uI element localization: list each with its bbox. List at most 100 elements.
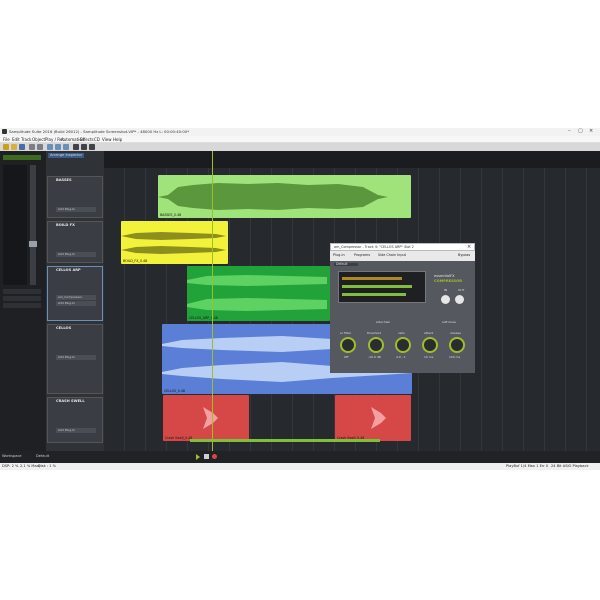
preset-select[interactable]: Default [334, 262, 358, 267]
knob-label: threshold [367, 331, 382, 335]
disk-load: Disk : 1 % [38, 464, 57, 468]
attack-knob[interactable] [422, 337, 438, 353]
title-bar: Samplitude Suite 2016 (Build 26012) - Sa… [0, 128, 600, 136]
product-name: COMPRESSOR [434, 279, 462, 283]
track-selector[interactable] [3, 155, 41, 160]
grid-line [481, 168, 482, 451]
maximize-icon[interactable]: ▢ [578, 129, 583, 134]
menu-object[interactable]: Object [32, 137, 45, 142]
track-name: CRASH SWELL [56, 399, 85, 403]
release-knob[interactable] [449, 337, 465, 353]
threshold-knob[interactable] [368, 337, 384, 353]
input-gain-knob[interactable] [441, 295, 450, 304]
compressor-plugin-window[interactable]: am_Compressor - Track 4: "CELLOS ARP" Sl… [330, 243, 475, 373]
clip-name: CELLOS_ARP_0.48 [189, 316, 218, 320]
inspector-meter-area [3, 165, 27, 285]
audio-clip-crash-swell-2[interactable]: Crash Swell_0.48 [335, 395, 411, 441]
waveform [187, 275, 327, 311]
inspector-section-aux[interactable] [3, 289, 41, 294]
audio-clip-basses[interactable]: BASSES_0.48 [158, 175, 411, 218]
inspector-fader-cap[interactable] [29, 241, 37, 247]
playbuffer-status: PlayBuf 1/4 Max 1 Err 0 [506, 464, 549, 468]
new-project-icon[interactable] [3, 144, 9, 150]
workspace-label: Workspace [2, 454, 22, 458]
menu-edit[interactable]: Edit [12, 137, 20, 142]
menu-file[interactable]: File [3, 137, 10, 142]
track-header-cellos[interactable]: CELLOS Add Plug-In [47, 324, 103, 394]
output-gain-knob[interactable] [455, 295, 464, 304]
open-project-icon[interactable] [11, 144, 17, 150]
plugin-title: am_Compressor - Track 4: "CELLOS ARP" Sl… [334, 245, 414, 249]
plugin-close-icon[interactable]: × [467, 245, 471, 250]
grid-line [124, 168, 125, 451]
grid-line [145, 168, 146, 451]
close-icon[interactable]: × [589, 129, 593, 134]
menu-cd[interactable]: CD [94, 137, 100, 142]
tab-arrange-inspector[interactable]: Arrange Inspector [48, 153, 85, 158]
menu-view[interactable]: View [102, 137, 112, 142]
metronome-icon[interactable] [89, 144, 95, 150]
play-icon[interactable] [196, 454, 200, 460]
save-project-icon[interactable] [19, 144, 25, 150]
status-bar: DSP: 2 % 2.1 % Max) Disk : 1 % PlayBuf 1… [0, 463, 600, 470]
menu-track[interactable]: Track [21, 137, 31, 142]
horizontal-scrollbar[interactable] [190, 439, 380, 442]
knob-value: -10.0 dB [368, 355, 381, 359]
menu-effects[interactable]: Effects [80, 137, 94, 142]
inspector-fader[interactable] [30, 165, 36, 285]
redo-icon[interactable] [37, 144, 43, 150]
menu-help[interactable]: Help [113, 137, 122, 142]
plugin-menu-sidechain[interactable]: Side Chain Input [378, 253, 406, 257]
minimize-icon[interactable]: – [568, 129, 571, 134]
audio-clip-crash-swell-1[interactable]: Crash Swell_0.48 [163, 395, 249, 441]
waveform [158, 183, 388, 210]
track-header-basses[interactable]: BASSES Add Plug-In [47, 176, 103, 218]
plugin-title-bar[interactable]: am_Compressor - Track 4: "CELLOS ARP" Sl… [330, 243, 475, 251]
playhead[interactable] [212, 151, 213, 451]
inspector-section-eq[interactable] [3, 296, 41, 301]
add-plugin-slot[interactable]: Add Plug-In [56, 301, 96, 306]
ratio-knob[interactable] [395, 337, 411, 353]
daw-window: Samplitude Suite 2016 (Build 26012) - Sa… [0, 128, 600, 470]
softknee-label: soft knee [442, 320, 456, 324]
window-title: Samplitude Suite 2016 (Build 26012) - Sa… [9, 129, 190, 134]
track-header-crash-swell[interactable]: CRASH SWELL Add Plug-In [47, 397, 103, 443]
plugin-menu-plugin[interactable]: Plug-in [333, 253, 345, 257]
time-ruler[interactable] [104, 151, 600, 168]
audio-clip-cellos-arp[interactable]: CELLOS_ARP_0.48 [187, 266, 330, 321]
undo-icon[interactable] [29, 144, 35, 150]
menu-bar: File Edit Track Object Play / Rec Automa… [0, 136, 600, 143]
mixer-icon[interactable] [73, 144, 79, 150]
audio-format: 24 Bit ASIO Playback [551, 464, 589, 468]
cut-icon[interactable] [47, 144, 53, 150]
clip-name: Crash Swell_0.48 [165, 436, 193, 440]
toolbar [0, 143, 600, 151]
track-header-cellos-arp[interactable]: CELLOS ARP am_Compressor Add Plug-In [47, 266, 103, 321]
knob-value: 100 ms [449, 355, 461, 359]
grid-line [502, 168, 503, 451]
knob-label: ratio [398, 331, 405, 335]
add-plugin-slot[interactable]: Add Plug-In [56, 207, 96, 212]
plugin-menu-programs[interactable]: Programs [354, 253, 370, 257]
add-plugin-slot[interactable]: Add Plug-In [56, 355, 96, 360]
record-icon[interactable] [212, 454, 217, 459]
app-icon [2, 129, 7, 134]
sc-filter-knob[interactable] [340, 337, 356, 353]
track-header-boild-fx[interactable]: BOILD FX Add Plug-In [47, 221, 103, 263]
add-plugin-slot[interactable]: Add Plug-In [56, 428, 96, 433]
copy-icon[interactable] [55, 144, 61, 150]
track-name: CELLOS ARP [56, 268, 81, 272]
stop-icon[interactable] [204, 454, 209, 459]
compressor-plugin-slot[interactable]: am_Compressor [56, 295, 96, 300]
editor-icon[interactable] [81, 144, 87, 150]
clip-name: BOILD_FX_0.48 [123, 259, 148, 263]
inspector-section-comments[interactable] [3, 303, 41, 308]
plugin-body: Default essentialFX COMPRESSOR IN OUT so… [330, 261, 475, 373]
clip-name: BASSES_0.48 [160, 213, 182, 217]
workspace-select[interactable]: Default [36, 454, 49, 459]
plugin-menu-bar: Plug-in Programs Side Chain Input Bypass [330, 251, 475, 261]
dsp-load: DSP: 2 % [2, 464, 19, 468]
paste-icon[interactable] [63, 144, 69, 150]
add-plugin-slot[interactable]: Add Plug-In [56, 252, 96, 257]
plugin-bypass-button[interactable]: Bypass [458, 253, 470, 257]
